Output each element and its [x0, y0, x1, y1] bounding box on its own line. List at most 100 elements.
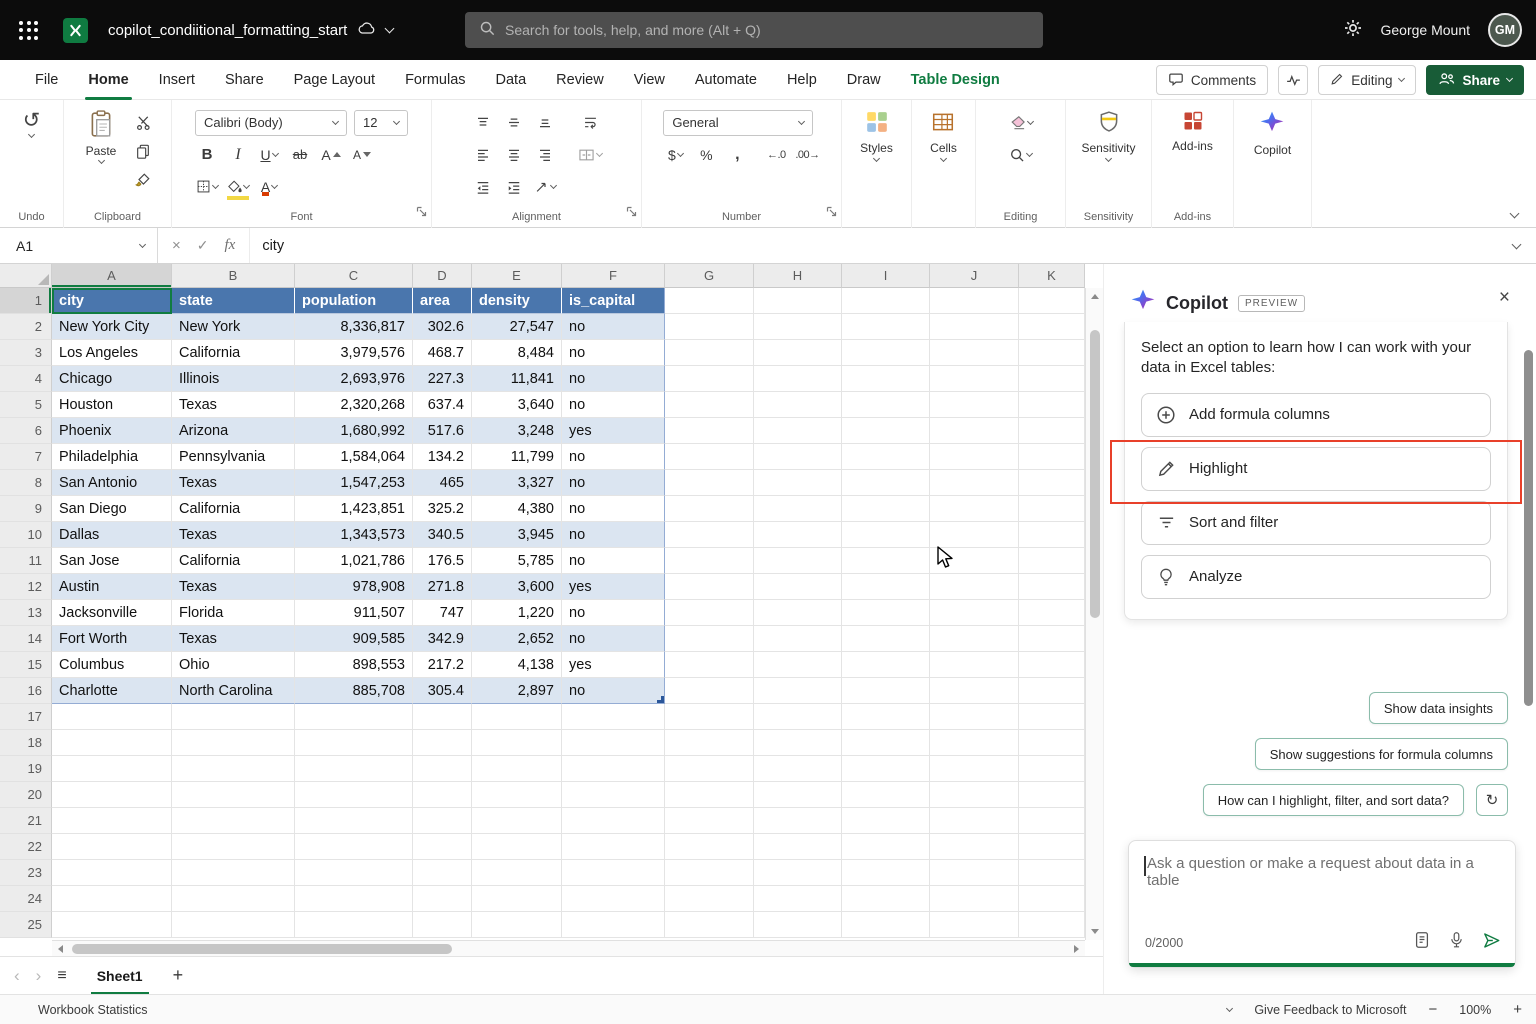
- column-header-G[interactable]: G: [665, 264, 754, 288]
- cell-E13[interactable]: 1,220: [472, 600, 562, 626]
- cell-A17[interactable]: [52, 704, 172, 730]
- search-input[interactable]: [505, 22, 1029, 38]
- cell-D6[interactable]: 517.6: [413, 418, 472, 444]
- scroll-down-icon[interactable]: [1086, 929, 1103, 934]
- menu-tab-table-design[interactable]: Table Design: [896, 60, 1015, 100]
- title-dropdown-icon[interactable]: [385, 24, 395, 34]
- paste-button[interactable]: Paste: [80, 108, 123, 165]
- cell-A3[interactable]: Los Angeles: [52, 340, 172, 366]
- cell-C15[interactable]: 898,553: [295, 652, 413, 678]
- prompt-guide-icon[interactable]: [1413, 930, 1431, 955]
- cell-G14[interactable]: [665, 626, 754, 652]
- cell-A19[interactable]: [52, 756, 172, 782]
- sensitivity-button[interactable]: Sensitivity: [1081, 108, 1135, 161]
- cell-B7[interactable]: Pennsylvania: [172, 444, 295, 470]
- cell-D25[interactable]: [413, 912, 472, 938]
- cell-I10[interactable]: [842, 522, 930, 548]
- select-all-corner[interactable]: [0, 264, 52, 288]
- cell-H11[interactable]: [754, 548, 842, 574]
- cell-C18[interactable]: [295, 730, 413, 756]
- horizontal-scroll-thumb[interactable]: [72, 944, 452, 954]
- cell-B16[interactable]: North Carolina: [172, 678, 295, 704]
- cell-F3[interactable]: no: [562, 340, 665, 366]
- cell-B15[interactable]: Ohio: [172, 652, 295, 678]
- cell-I25[interactable]: [842, 912, 930, 938]
- cell-J12[interactable]: [930, 574, 1019, 600]
- cell-F15[interactable]: yes: [562, 652, 665, 678]
- cell-A5[interactable]: Houston: [52, 392, 172, 418]
- cell-A2[interactable]: New York City: [52, 314, 172, 340]
- menu-tab-formulas[interactable]: Formulas: [390, 60, 480, 100]
- pane-scroll-thumb[interactable]: [1524, 350, 1533, 706]
- align-left-icon[interactable]: [471, 143, 495, 167]
- column-header-I[interactable]: I: [842, 264, 930, 288]
- copilot-option-add-formula-columns[interactable]: Add formula columns: [1141, 393, 1491, 437]
- cell-F24[interactable]: [562, 886, 665, 912]
- font-name-select[interactable]: Calibri (Body): [195, 110, 347, 136]
- cell-I5[interactable]: [842, 392, 930, 418]
- cell-H21[interactable]: [754, 808, 842, 834]
- cell-H17[interactable]: [754, 704, 842, 730]
- cell-H25[interactable]: [754, 912, 842, 938]
- cell-J14[interactable]: [930, 626, 1019, 652]
- cell-K5[interactable]: [1019, 392, 1085, 418]
- cell-C17[interactable]: [295, 704, 413, 730]
- cell-I20[interactable]: [842, 782, 930, 808]
- cell-K10[interactable]: [1019, 522, 1085, 548]
- cell-I19[interactable]: [842, 756, 930, 782]
- cell-D17[interactable]: [413, 704, 472, 730]
- cell-E18[interactable]: [472, 730, 562, 756]
- cell-I3[interactable]: [842, 340, 930, 366]
- cell-G11[interactable]: [665, 548, 754, 574]
- refresh-suggestions-icon[interactable]: ↻: [1476, 784, 1508, 816]
- cell-B3[interactable]: California: [172, 340, 295, 366]
- row-header-25[interactable]: 25: [0, 912, 52, 938]
- cell-D16[interactable]: 305.4: [413, 678, 472, 704]
- cell-H23[interactable]: [754, 860, 842, 886]
- cell-A11[interactable]: San Jose: [52, 548, 172, 574]
- cell-H7[interactable]: [754, 444, 842, 470]
- cell-F21[interactable]: [562, 808, 665, 834]
- grid-horizontal-scrollbar[interactable]: [52, 940, 1085, 956]
- menu-tab-view[interactable]: View: [619, 60, 680, 100]
- bold-button[interactable]: B: [195, 143, 219, 167]
- cell-K18[interactable]: [1019, 730, 1085, 756]
- cell-I9[interactable]: [842, 496, 930, 522]
- cell-F14[interactable]: no: [562, 626, 665, 652]
- cell-B8[interactable]: Texas: [172, 470, 295, 496]
- cell-E6[interactable]: 3,248: [472, 418, 562, 444]
- cell-C22[interactable]: [295, 834, 413, 860]
- cell-E14[interactable]: 2,652: [472, 626, 562, 652]
- cell-B22[interactable]: [172, 834, 295, 860]
- row-header-10[interactable]: 10: [0, 522, 52, 548]
- cell-G18[interactable]: [665, 730, 754, 756]
- cell-K7[interactable]: [1019, 444, 1085, 470]
- cell-H20[interactable]: [754, 782, 842, 808]
- cell-C3[interactable]: 3,979,576: [295, 340, 413, 366]
- close-pane-icon[interactable]: ×: [1499, 288, 1510, 307]
- cell-B6[interactable]: Arizona: [172, 418, 295, 444]
- cell-J5[interactable]: [930, 392, 1019, 418]
- grow-font-button[interactable]: A: [319, 143, 343, 167]
- cell-I6[interactable]: [842, 418, 930, 444]
- user-name[interactable]: George Mount: [1381, 22, 1471, 38]
- cell-C12[interactable]: 978,908: [295, 574, 413, 600]
- menu-tab-insert[interactable]: Insert: [144, 60, 210, 100]
- menu-tab-share[interactable]: Share: [210, 60, 279, 100]
- cell-B1[interactable]: state: [172, 288, 295, 314]
- cell-C2[interactable]: 8,336,817: [295, 314, 413, 340]
- cell-F16[interactable]: no: [562, 678, 665, 704]
- cell-D2[interactable]: 302.6: [413, 314, 472, 340]
- microphone-icon[interactable]: [1448, 930, 1465, 955]
- cell-K23[interactable]: [1019, 860, 1085, 886]
- add-sheet-icon[interactable]: +: [173, 965, 184, 986]
- menu-tab-page-layout[interactable]: Page Layout: [279, 60, 390, 100]
- cell-F23[interactable]: [562, 860, 665, 886]
- cell-E11[interactable]: 5,785: [472, 548, 562, 574]
- column-header-H[interactable]: H: [754, 264, 842, 288]
- cell-D10[interactable]: 340.5: [413, 522, 472, 548]
- cell-G21[interactable]: [665, 808, 754, 834]
- suggestion-chip[interactable]: Show data insights: [1369, 692, 1508, 724]
- merge-center-button[interactable]: [578, 143, 602, 167]
- percent-format-button[interactable]: %: [694, 143, 718, 167]
